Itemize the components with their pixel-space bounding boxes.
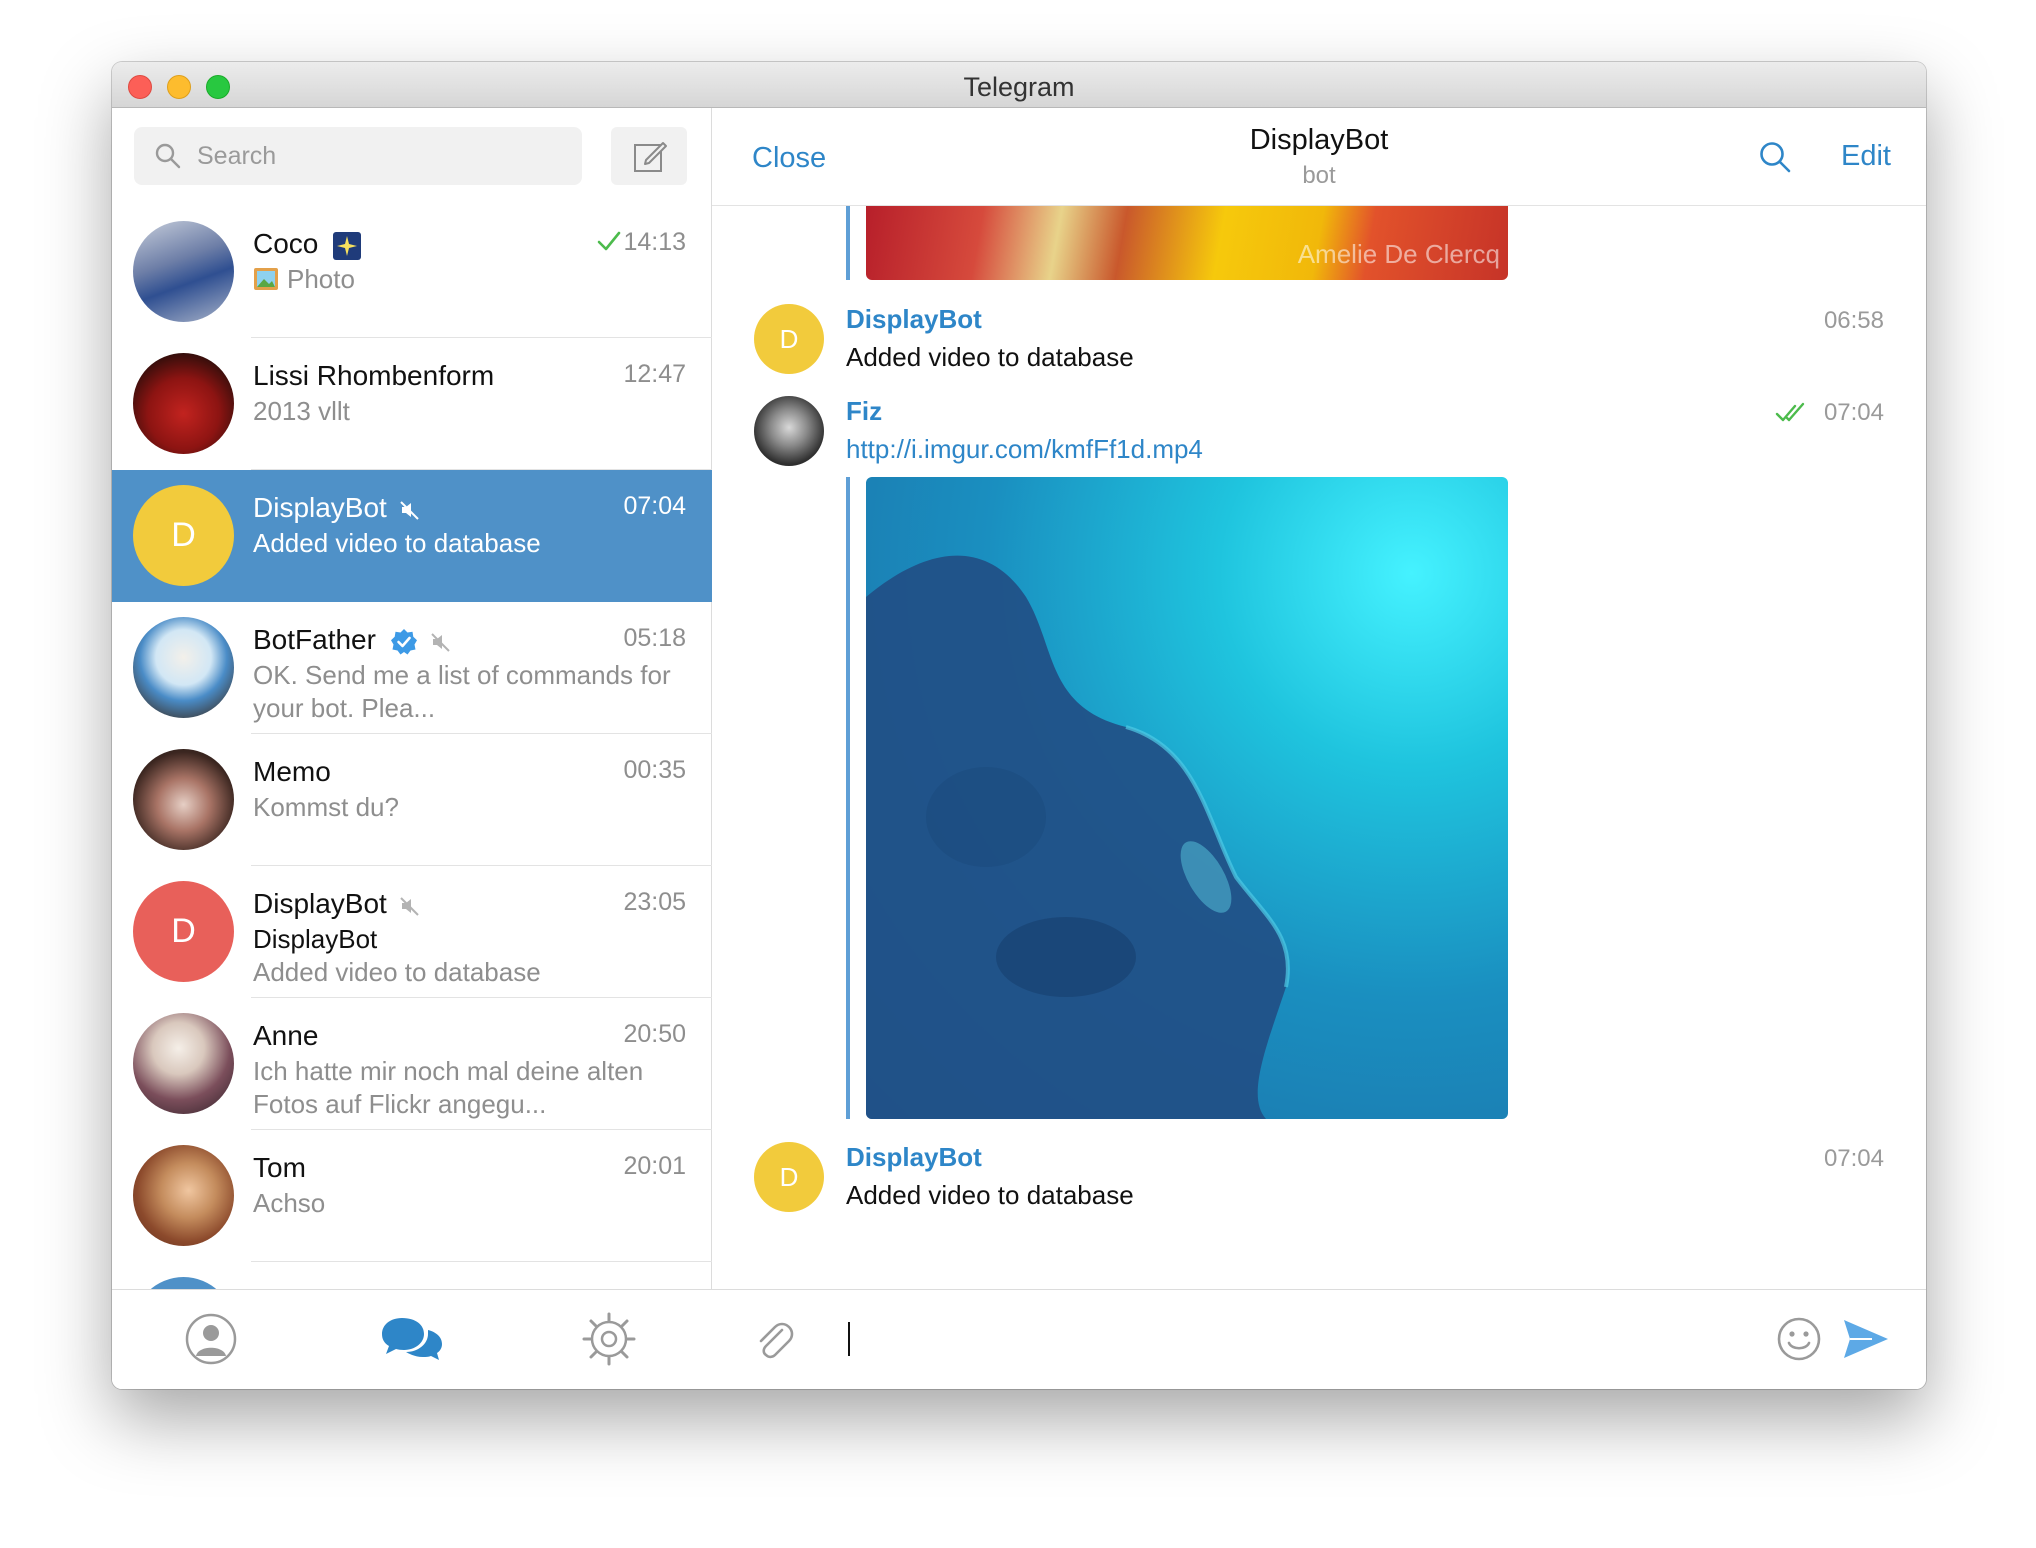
chat-title: DisplayBot bbox=[1249, 124, 1389, 156]
chat-name: Anne bbox=[253, 1020, 319, 1051]
send-icon[interactable] bbox=[1842, 1316, 1890, 1362]
chat-item-memo[interactable]: Memo 00:35 Kommst du? bbox=[112, 734, 712, 866]
chat-area: Close DisplayBot bot Edit Amelie De Cler… bbox=[712, 108, 1926, 1389]
chat-item-coco[interactable]: Coco 14:13 Photo bbox=[112, 206, 712, 338]
chat-item-partial[interactable] bbox=[112, 1262, 712, 1291]
emoji-icon[interactable] bbox=[1776, 1316, 1822, 1362]
chat-item-tom[interactable]: Tom 20:01 Achso bbox=[112, 1130, 712, 1262]
muted-icon bbox=[399, 896, 419, 916]
message-composer bbox=[712, 1289, 1926, 1389]
chat-name: DisplayBot bbox=[253, 888, 387, 919]
chat-time: 14:13 bbox=[623, 228, 686, 256]
edit-button[interactable]: Edit bbox=[1841, 140, 1891, 173]
sparkle-emoji-icon bbox=[333, 231, 362, 260]
chat-preview: OK. Send me a list of commands for your … bbox=[253, 660, 671, 723]
avatar[interactable]: D bbox=[754, 1142, 824, 1212]
message-time: 06:58 bbox=[1823, 307, 1884, 334]
compose-icon bbox=[634, 142, 667, 172]
paperclip-icon[interactable] bbox=[752, 1318, 796, 1362]
chat-name: Tom bbox=[253, 1152, 306, 1183]
chat-preview: Added video to database bbox=[253, 957, 541, 987]
message: D DisplayBot Added video to database 06:… bbox=[712, 304, 1926, 384]
chat-time: 00:35 bbox=[623, 756, 686, 784]
search-input[interactable]: Search bbox=[134, 127, 582, 185]
avatar bbox=[133, 617, 234, 718]
chat-time: 07:04 bbox=[623, 492, 686, 520]
chat-preview-sender: DisplayBot bbox=[253, 924, 378, 954]
avatar[interactable]: D bbox=[754, 304, 824, 374]
settings-gear-icon[interactable] bbox=[582, 1312, 636, 1366]
avatar bbox=[133, 1145, 234, 1246]
chat-time: 23:05 bbox=[623, 888, 686, 916]
media-quote-bar bbox=[846, 477, 850, 1119]
avatar: D bbox=[133, 485, 234, 586]
avatar bbox=[133, 221, 234, 322]
chat-preview: Ich hatte mir noch mal deine alten Fotos… bbox=[253, 1056, 644, 1119]
search-placeholder: Search bbox=[197, 142, 277, 170]
message: D DisplayBot Added video to database 07:… bbox=[712, 1142, 1926, 1222]
avatar bbox=[133, 353, 234, 454]
message-sender[interactable]: DisplayBot bbox=[846, 304, 982, 335]
message-time: 07:04 bbox=[1823, 399, 1884, 426]
message-link[interactable]: http://i.imgur.com/kmfFf1d.mp4 bbox=[846, 434, 1203, 465]
message-text: Added video to database bbox=[846, 1180, 1134, 1210]
chats-icon[interactable] bbox=[380, 1312, 444, 1366]
message-input[interactable] bbox=[848, 1322, 850, 1356]
compose-button[interactable] bbox=[611, 127, 687, 185]
search-icon bbox=[155, 143, 181, 169]
chat-preview: Kommst du? bbox=[253, 792, 399, 822]
telegram-window: Telegram Search Coco 14:13 Photo Lissi R… bbox=[112, 62, 1926, 1389]
message-text: Added video to database bbox=[846, 342, 1134, 372]
muted-icon bbox=[399, 500, 419, 520]
sidebar-tab-bar bbox=[112, 1289, 712, 1389]
chat-preview: Added video to database bbox=[253, 528, 541, 558]
chat-name: Lissi Rhombenform bbox=[253, 360, 495, 391]
video-preview[interactable] bbox=[866, 477, 1508, 1119]
avatar bbox=[133, 1013, 234, 1114]
chat-preview: Achso bbox=[253, 1188, 326, 1218]
title-bar: Telegram bbox=[112, 62, 1926, 108]
contacts-icon[interactable] bbox=[184, 1312, 238, 1366]
muted-icon bbox=[430, 632, 450, 652]
chat-item-lissi[interactable]: Lissi Rhombenform 12:47 2013 vllt bbox=[112, 338, 712, 470]
photo-watermark: Amelie De Clercq bbox=[1297, 239, 1500, 269]
chat-preview: 2013 vllt bbox=[253, 396, 350, 426]
chat-name: DisplayBot bbox=[253, 492, 387, 523]
previous-photo[interactable]: Amelie De Clercq bbox=[866, 206, 1508, 280]
avatar: D bbox=[133, 881, 234, 982]
chat-time: 05:18 bbox=[623, 624, 686, 652]
message-list: Amelie De Clercq D DisplayBot Added vide… bbox=[712, 206, 1926, 1291]
chat-item-displaybot-group[interactable]: D DisplayBot 23:05 DisplayBot Added vide… bbox=[112, 866, 712, 998]
message-sender[interactable]: DisplayBot bbox=[846, 1142, 982, 1173]
chat-item-displaybot[interactable]: D DisplayBot 07:04 Added video to databa… bbox=[112, 470, 712, 602]
chat-name: Memo bbox=[253, 756, 331, 787]
message-time: 07:04 bbox=[1823, 1145, 1884, 1172]
chat-preview: Photo bbox=[287, 264, 355, 294]
chat-item-anne[interactable]: Anne 20:50 Ich hatte mir noch mal deine … bbox=[112, 998, 712, 1130]
video-frame bbox=[866, 555, 1290, 1119]
double-check-icon bbox=[1775, 402, 1805, 422]
chat-time: 12:47 bbox=[623, 360, 686, 388]
chat-item-botfather[interactable]: BotFather 05:18 OK. Send me a list of co… bbox=[112, 602, 712, 734]
photo-emoji-icon bbox=[254, 268, 278, 290]
chat-subtitle: bot bbox=[1302, 162, 1336, 189]
chat-time: 20:01 bbox=[623, 1152, 686, 1180]
chat-name: Coco bbox=[253, 228, 319, 259]
chat-time: 20:50 bbox=[623, 1020, 686, 1048]
chat-list: Coco 14:13 Photo Lissi Rhombenform 12:47… bbox=[112, 206, 712, 1291]
verified-badge-icon bbox=[390, 628, 417, 655]
avatar bbox=[133, 749, 234, 850]
sidebar: Search Coco 14:13 Photo Lissi Rhombenfor… bbox=[112, 108, 712, 1389]
chat-name: BotFather bbox=[253, 624, 376, 655]
search-icon[interactable] bbox=[1758, 140, 1792, 174]
message-sender[interactable]: Fiz bbox=[846, 396, 882, 427]
window-title: Telegram bbox=[963, 72, 1075, 102]
avatar[interactable] bbox=[754, 396, 824, 466]
read-check-icon bbox=[598, 231, 621, 251]
chat-header: Close DisplayBot bot Edit bbox=[712, 108, 1926, 206]
media-quote-bar bbox=[846, 206, 850, 280]
